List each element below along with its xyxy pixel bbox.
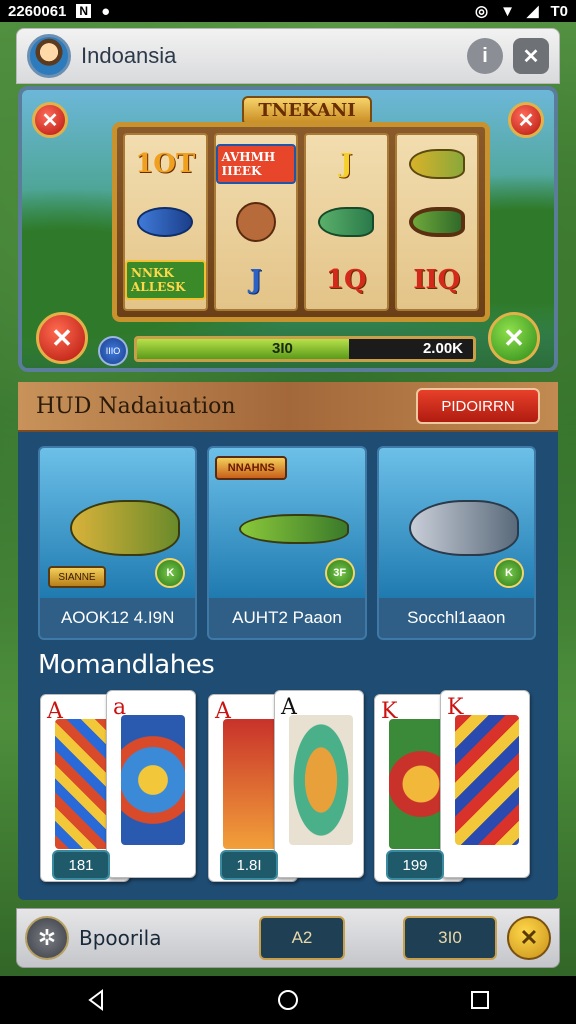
playing-card-front[interactable]: a xyxy=(106,690,196,878)
mode-art: NNAHNS 3F xyxy=(209,448,365,598)
status-time: 2260061 xyxy=(8,2,67,20)
fish-illustration xyxy=(239,514,350,544)
notification-icon: N xyxy=(76,4,92,18)
reel-3: J 1Q xyxy=(304,133,389,311)
mode-badge: NNAHNS xyxy=(215,456,288,480)
signal-icon: ◢ xyxy=(526,3,539,20)
reel-symbol: NNKK ALLESK xyxy=(125,260,206,300)
reel-symbol: AVHMH IIEEK xyxy=(215,144,296,184)
alarm-icon: ◎ xyxy=(474,3,489,20)
card-face xyxy=(289,715,353,845)
reel-symbol: J xyxy=(340,149,353,179)
mode-art: K xyxy=(378,448,534,598)
coin-icon: IIIO xyxy=(98,336,128,366)
avatar[interactable] xyxy=(27,34,71,78)
confirm-spin-button[interactable]: ✕ xyxy=(488,312,540,364)
card-pairs: Aa 181 A A 1.8I K K 199 xyxy=(40,690,540,886)
mode-cards: SIANNE K AOOK12 4.I9N NNAHNS 3F AUHT2 Paaon K S… xyxy=(38,446,536,642)
back-icon xyxy=(88,989,103,1011)
home-button[interactable] xyxy=(268,980,308,1020)
reel-symbol: J xyxy=(249,265,262,295)
slot-close-right-button[interactable]: ✕ xyxy=(508,102,544,138)
hud-title: HUD Nadaiuation xyxy=(36,393,236,419)
close-button[interactable]: ✕ xyxy=(513,38,549,74)
back-button[interactable] xyxy=(76,980,116,1020)
card-value-label: 199 xyxy=(386,850,444,880)
mode-card[interactable]: K Socchl1aaon xyxy=(376,446,536,640)
android-navbar xyxy=(0,976,576,1024)
fish-symbol xyxy=(235,202,276,242)
recents-icon xyxy=(471,991,489,1009)
mode-card[interactable]: SIANNE K AOOK12 4.I9N xyxy=(38,446,198,640)
bottom-field-left[interactable]: A2 xyxy=(259,916,345,960)
recents-button[interactable] xyxy=(460,980,500,1020)
settings-button[interactable]: ✲ xyxy=(25,916,69,960)
mode-label: AUHT2 Paaon xyxy=(232,608,342,627)
slot-close-left-button[interactable]: ✕ xyxy=(32,102,68,138)
reel-4: IIQ xyxy=(394,133,479,311)
home-icon xyxy=(278,990,298,1010)
close-icon: ✕ xyxy=(522,45,540,68)
mode-art: SIANNE K xyxy=(40,448,196,598)
mode-card[interactable]: NNAHNS 3F AUHT2 Paaon xyxy=(207,446,367,640)
fish-illustration xyxy=(70,500,180,556)
card-face xyxy=(121,715,185,845)
gold-action-button[interactable]: ✕ xyxy=(507,916,551,960)
mode-badge: SIANNE xyxy=(48,566,106,588)
mode-corner-icon[interactable]: K xyxy=(493,558,524,588)
hud-action-button[interactable]: PIDOIRRN xyxy=(416,388,540,424)
slot-machine: ✕ ✕ TNEKANI 1OT NNKK ALLESK AVHMH IIEEK J J 1… xyxy=(18,86,558,372)
hud-bar: HUD Nadaiuation PIDOIRRN xyxy=(18,382,558,432)
cancel-spin-button[interactable]: ✕ xyxy=(36,312,88,364)
progress-max: 2.00K xyxy=(422,340,463,357)
mode-corner-icon[interactable]: 3F xyxy=(324,558,355,588)
media-icon: ● xyxy=(101,2,111,20)
bottom-label: Bpoorila xyxy=(79,926,162,950)
playing-card-front[interactable]: K xyxy=(440,690,530,878)
card-value-label: 1.8I xyxy=(220,850,278,880)
window-titlebar: Indoansia i ✕ xyxy=(16,28,560,84)
fish-symbol xyxy=(137,207,194,237)
info-button[interactable]: i xyxy=(467,38,503,74)
mode-label: Socchl1aaon xyxy=(407,608,506,627)
fish-symbol xyxy=(408,207,465,237)
card-value-label: 181 xyxy=(52,850,110,880)
section-title: Momandlahes xyxy=(38,650,215,680)
reel-symbol: 1OT xyxy=(135,149,196,179)
card-face xyxy=(455,715,519,845)
reel-symbol: 1Q xyxy=(325,265,367,295)
bottom-field-right[interactable]: 3I0 xyxy=(403,916,497,960)
playing-card-front[interactable]: A xyxy=(274,690,364,878)
mode-corner-icon[interactable]: K xyxy=(155,558,186,588)
progress-fill xyxy=(137,339,349,359)
status-right-text: T0 xyxy=(550,2,568,20)
mode-label: AOOK12 4.I9N xyxy=(60,608,175,627)
fish-illustration xyxy=(408,500,519,556)
reel-symbol: IIQ xyxy=(413,265,461,295)
wifi-icon: ▼ xyxy=(500,2,515,20)
info-icon: i xyxy=(482,44,488,67)
gear-icon: ✲ xyxy=(37,925,57,950)
close-icon: ✕ xyxy=(519,925,539,950)
status-bar: 2260061 N ● ◎ ▼ ◢ T0 xyxy=(0,0,576,22)
progress-bar: 3I0 2.00K xyxy=(134,336,476,362)
slot-reels: 1OT NNKK ALLESK AVHMH IIEEK J J 1Q IIQ xyxy=(112,122,490,322)
fish-symbol xyxy=(408,149,465,179)
progress-value: 3I0 xyxy=(272,340,293,357)
reel-2: AVHMH IIEEK J xyxy=(213,133,298,311)
bottom-bar: ✲ Bpoorila A2 3I0 ✕ xyxy=(16,908,560,968)
window-title: Indoansia xyxy=(81,43,177,68)
reel-1: 1OT NNKK ALLESK xyxy=(123,133,208,311)
fish-symbol xyxy=(318,207,375,237)
